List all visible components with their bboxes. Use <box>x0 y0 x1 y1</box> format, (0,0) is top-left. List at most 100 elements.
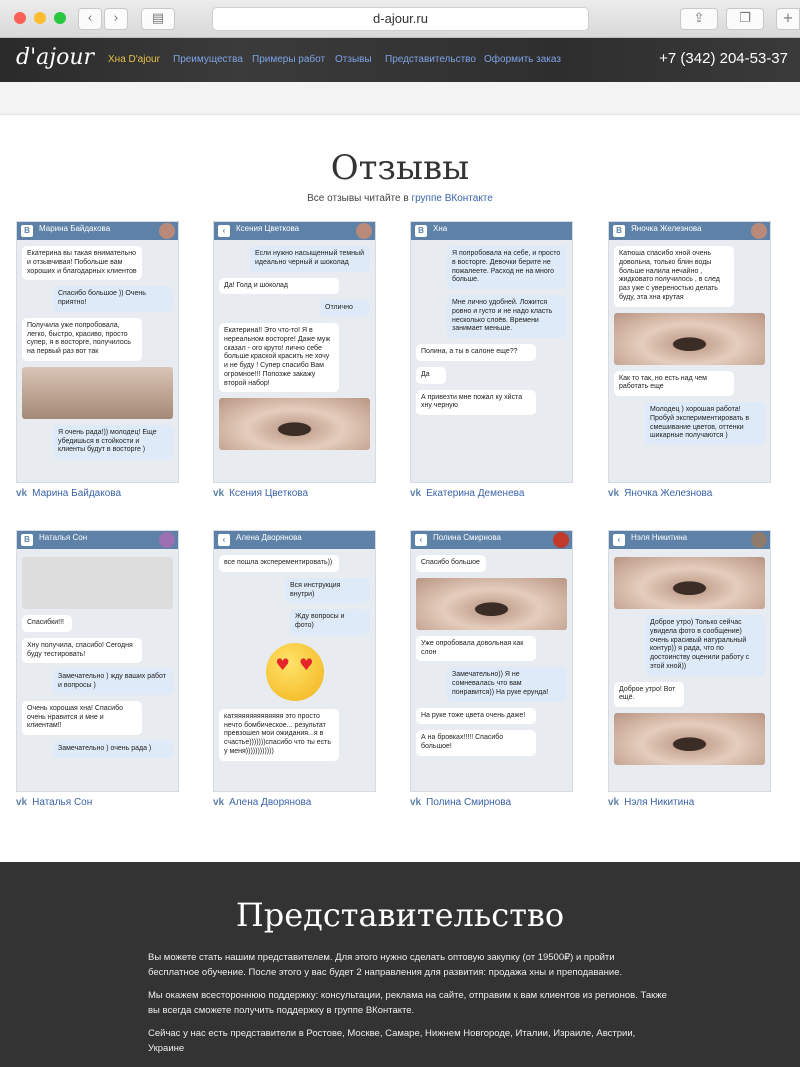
chat-message: Екатерина!! Это что-то! Я в нереальном в… <box>219 323 339 393</box>
avatar <box>159 532 175 548</box>
review-author-link[interactable]: vk Наталья Сон <box>16 797 92 808</box>
package-photo <box>22 557 173 609</box>
logo[interactable]: d'ajour <box>16 45 94 70</box>
chat-message: все пошла эксперементировать)) <box>219 555 339 572</box>
nav-item-examples[interactable]: Примеры работ <box>252 54 325 65</box>
vk-icon: vk <box>608 488 620 499</box>
eyebrow-photo <box>614 557 765 609</box>
review-screenshot[interactable]: B Наталья Сон Спасибки!!! Хну получила, с… <box>16 530 179 792</box>
author-name: Алена Дворянова <box>229 797 312 808</box>
nav-item-advantages[interactable]: Преимущества <box>173 54 243 65</box>
author-name: Марина Байдакова <box>32 488 122 499</box>
phone-number[interactable]: +7 (342) 204-53-37 <box>659 50 788 67</box>
review-author-link[interactable]: vk Ксения Цветкова <box>213 488 308 499</box>
reviews-title: Отзывы <box>330 148 470 188</box>
vk-icon: vk <box>213 797 225 808</box>
vk-icon: vk <box>410 797 422 808</box>
chat-message: Замечательно)) Я не сомневалась что вам … <box>447 667 567 702</box>
review-screenshot[interactable]: B Марина Байдакова Екатерина вы такая вни… <box>16 221 179 483</box>
chat-message: Замечательно ) жду ваших работ и вопросы… <box>53 669 173 695</box>
chat-message: Я очень рада!)) молодец! Еще убедишься в… <box>53 424 173 459</box>
author-name: Наталья Сон <box>32 797 93 808</box>
author-name: Яночка Железнова <box>624 488 713 499</box>
chat-name: Нэля Никитина <box>631 533 688 542</box>
chat-message: Хну получила, спасибо! Сегодня буду тест… <box>22 637 142 664</box>
chat-name: Ксения Цветкова <box>236 224 300 233</box>
review-author-link[interactable]: vk Алена Дворянова <box>213 797 311 808</box>
review-author-link[interactable]: vk Полина Смирнова <box>410 797 511 808</box>
avatar <box>751 223 767 239</box>
chat-message: Доброе утро! Вот ещё. <box>614 681 684 707</box>
chat-message: Как то так, но есть над чем работать еще <box>614 370 734 396</box>
chat-name: Яночка Железнова <box>631 224 702 233</box>
forward-button[interactable]: › <box>104 8 128 30</box>
author-name: Полина Смирнова <box>426 797 512 808</box>
chat-message: А на бровках!!!!! Спасибо большое! <box>416 730 536 756</box>
nav-item-partnership[interactable]: Представительство <box>385 54 476 65</box>
browser-toolbar: ‹ › ▤ d-ajour.ru ⇪ ❐ + <box>0 0 800 38</box>
chat-message: Молодец ) хорошая работа! Пробуй экспери… <box>645 402 765 445</box>
minimize-window-icon[interactable] <box>34 12 46 24</box>
chat-message: Спасибки!!! <box>22 615 72 632</box>
author-name: Ксения Цветкова <box>229 488 309 499</box>
share-icon[interactable]: ⇪ <box>680 8 718 30</box>
eye-photo <box>614 713 765 765</box>
review-screenshot[interactable]: ‹ Ксения Цветкова Если нужно насыщенный т… <box>213 221 376 483</box>
eyebrow-photo <box>614 312 765 365</box>
chat-message: Полина, а ты в салоне еще?? <box>416 344 536 361</box>
back-icon: ‹ <box>415 534 427 546</box>
review-screenshot[interactable]: ‹ Полина Смирнова Спасибо большое Уже опр… <box>410 530 573 792</box>
chat-message: Замечательно ) очень рада ) <box>53 741 173 758</box>
chat-message: Спасибо большое )) Очень приятно! <box>53 286 173 312</box>
review-author-link[interactable]: vk Нэля Никитина <box>608 797 694 808</box>
partnership-paragraph: Мы окажем всестороннюю поддержку: консул… <box>148 990 667 1017</box>
author-name: Нэля Никитина <box>624 797 695 808</box>
back-button[interactable]: ‹ <box>78 8 102 30</box>
header-strip <box>0 82 800 115</box>
review-author-link[interactable]: vk Яночка Железнова <box>608 488 712 499</box>
review-screenshot[interactable]: B Хна Я попробовала на себе, и просто в в… <box>410 221 573 483</box>
sidebar-icon[interactable]: ▤ <box>141 8 175 30</box>
review-author-link[interactable]: vk Марина Байдакова <box>16 488 121 499</box>
chat-message: Да <box>416 366 446 384</box>
chat-header: B Марина Байдакова <box>17 222 178 240</box>
vk-icon: vk <box>608 797 620 808</box>
maximize-window-icon[interactable] <box>54 12 66 24</box>
chat-message: Уже опробовала довольная как слон <box>416 635 536 662</box>
nav-item-henna[interactable]: Хна D'ajour <box>108 54 160 65</box>
chat-message: Если нужно насыщенный темный идеально че… <box>250 246 370 272</box>
heart-eyes-emoji-icon <box>265 642 324 701</box>
vk-icon: B <box>415 225 427 237</box>
chat-name: Марина Байдакова <box>39 224 111 233</box>
avatar <box>553 532 569 548</box>
review-screenshot[interactable]: B Яночка Железнова Катюша спасибо хной оч… <box>608 221 771 483</box>
chat-message: Екатерина вы такая внимательно и отзывчи… <box>22 246 142 281</box>
nav-item-reviews[interactable]: Отзывы <box>335 54 372 65</box>
chat-message: Доброе утро) Только сейчас увидела фото … <box>645 615 765 676</box>
close-window-icon[interactable] <box>14 12 26 24</box>
chat-message: Спасибо большое <box>416 555 486 572</box>
chat-header: B Хна <box>411 222 572 240</box>
nav-item-order[interactable]: Оформить заказ <box>484 54 561 65</box>
chat-header: ‹ Полина Смирнова <box>411 531 572 549</box>
partnership-paragraph: Вы можете стать нашим представителем. Дл… <box>148 952 623 979</box>
vk-icon: vk <box>213 488 225 499</box>
chat-message: Очень хорошая хна! Спасибо очень нравитс… <box>22 700 142 735</box>
eyebrow-photo <box>219 398 370 451</box>
back-icon: ‹ <box>613 534 625 546</box>
tabs-icon[interactable]: ❐ <box>726 8 764 30</box>
new-tab-button[interactable]: + <box>776 8 800 30</box>
chat-message: Мне лично удобней. Ложится ровно и густо… <box>447 295 567 338</box>
address-bar[interactable]: d-ajour.ru <box>212 7 589 31</box>
avatar <box>751 532 767 548</box>
chat-name: Наталья Сон <box>39 533 88 542</box>
review-author-link[interactable]: vk Екатерина Деменева <box>410 488 524 499</box>
vk-group-link[interactable]: группе ВКонтакте <box>411 193 492 204</box>
avatar <box>356 223 372 239</box>
photo-image <box>22 366 173 419</box>
avatar <box>159 223 175 239</box>
review-screenshot[interactable]: ‹ Нэля Никитина Доброе утро) Только сейча… <box>608 530 771 792</box>
partnership-section: Представительство Вы можете стать нашим … <box>0 862 800 1067</box>
author-name: Екатерина Деменева <box>426 488 525 499</box>
review-screenshot[interactable]: ‹ Алена Дворянова все пошла эксперементир… <box>213 530 376 792</box>
